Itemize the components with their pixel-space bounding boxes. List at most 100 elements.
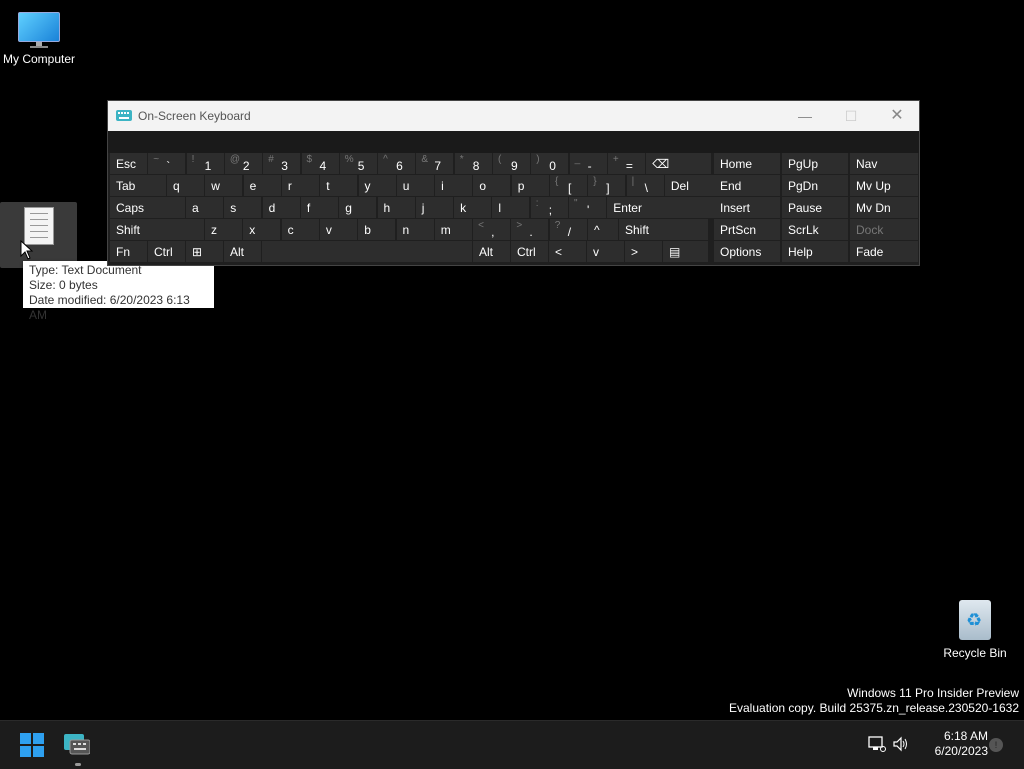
- key-punct-1[interactable]: " ': [569, 197, 606, 218]
- key-6[interactable]: ^ 6: [378, 153, 416, 174]
- key-=[interactable]: + =: [607, 153, 645, 174]
- key-punct4-2[interactable]: ? /: [549, 219, 587, 240]
- key-shift-left[interactable]: Shift: [110, 219, 204, 240]
- key-punct4-0[interactable]: <,: [473, 219, 511, 240]
- key-mv-up[interactable]: Mv Up: [850, 175, 918, 196]
- key-d[interactable]: d: [262, 197, 300, 218]
- key-backspace[interactable]: ⌫: [646, 153, 712, 174]
- key-up-arrow[interactable]: ^: [588, 219, 618, 240]
- my-computer-icon[interactable]: My Computer: [0, 8, 78, 66]
- key-t[interactable]: t: [320, 175, 358, 196]
- key-right-arrow[interactable]: >: [625, 241, 662, 262]
- key-p[interactable]: p: [511, 175, 549, 196]
- recycle-bin-icon[interactable]: ♻ Recycle Bin: [938, 596, 1012, 660]
- key-e[interactable]: e: [243, 175, 281, 196]
- key-0[interactable]: ) 0: [531, 153, 569, 174]
- key-a[interactable]: a: [186, 197, 223, 218]
- key-r[interactable]: r: [281, 175, 319, 196]
- key-b[interactable]: b: [358, 219, 396, 240]
- key-h[interactable]: h: [377, 197, 415, 218]
- key-pause[interactable]: Pause: [782, 197, 848, 218]
- key-left-arrow[interactable]: <: [549, 241, 586, 262]
- key-label: Fn: [116, 245, 131, 259]
- key-m[interactable]: m: [434, 219, 472, 240]
- key--[interactable]: _ -: [569, 153, 607, 174]
- key-windows[interactable]: ⊞: [186, 241, 223, 262]
- key-bracket-1[interactable]: }]: [588, 175, 626, 196]
- key-q[interactable]: q: [167, 175, 204, 196]
- key-g[interactable]: g: [339, 197, 377, 218]
- key-8[interactable]: * 8: [454, 153, 492, 174]
- key-pgdn[interactable]: PgDn: [782, 175, 848, 196]
- key-`[interactable]: ~ `: [148, 153, 186, 174]
- key-9[interactable]: (9: [493, 153, 530, 174]
- close-button[interactable]: ✕: [874, 101, 920, 131]
- key-l[interactable]: l: [492, 197, 530, 218]
- volume-icon[interactable]: [892, 735, 910, 753]
- clock[interactable]: 6:18 AM 6/20/2023: [918, 729, 988, 759]
- key-alt-right[interactable]: Alt: [473, 241, 510, 262]
- key-4[interactable]: $4: [301, 153, 339, 174]
- key-f[interactable]: f: [300, 197, 338, 218]
- key-scrlk[interactable]: ScrLk: [782, 219, 848, 240]
- key-tab[interactable]: Tab: [110, 175, 166, 196]
- key-end[interactable]: End: [714, 175, 780, 196]
- osk-titlebar[interactable]: On-Screen Keyboard — ☐ ✕: [108, 101, 919, 131]
- notification-icon[interactable]: !: [989, 738, 1003, 752]
- key-bracket-0[interactable]: {[: [550, 175, 587, 196]
- key-n[interactable]: n: [396, 219, 434, 240]
- taskbar-osk-button[interactable]: [58, 725, 98, 766]
- key-enter[interactable]: Enter: [607, 197, 715, 218]
- key-v[interactable]: v: [319, 219, 357, 240]
- key-1[interactable]: ! 1: [186, 153, 224, 174]
- network-icon[interactable]: [868, 735, 886, 753]
- key-y[interactable]: y: [358, 175, 396, 196]
- key-alt-left[interactable]: Alt: [224, 241, 261, 262]
- key-3[interactable]: #3: [263, 153, 301, 174]
- start-button[interactable]: [12, 725, 52, 765]
- key-dock[interactable]: Dock: [850, 219, 918, 240]
- key-shift-right[interactable]: Shift: [619, 219, 708, 240]
- key-menu[interactable]: ▤: [663, 241, 708, 262]
- key-insert[interactable]: Insert: [714, 197, 780, 218]
- key-down-arrow[interactable]: v: [587, 241, 624, 262]
- running-indicator: [75, 763, 81, 766]
- key-punct4-1[interactable]: >.: [511, 219, 549, 240]
- key-prtscn[interactable]: PrtScn: [714, 219, 780, 240]
- text-document-icon[interactable]: [0, 202, 77, 268]
- maximize-button[interactable]: ☐: [828, 101, 874, 131]
- key-pgup[interactable]: PgUp: [782, 153, 848, 174]
- key-j[interactable]: j: [415, 197, 453, 218]
- key-5[interactable]: % 5: [339, 153, 377, 174]
- key-bracket-2[interactable]: | \: [626, 175, 664, 196]
- key-s[interactable]: s: [224, 197, 262, 218]
- key-space[interactable]: [262, 241, 472, 262]
- key-k[interactable]: k: [454, 197, 492, 218]
- key-z[interactable]: z: [205, 219, 242, 240]
- key-ctrl-left[interactable]: Ctrl: [148, 241, 185, 262]
- key-mv-dn[interactable]: Mv Dn: [850, 197, 918, 218]
- key-fn[interactable]: Fn: [110, 241, 147, 262]
- key-w[interactable]: w: [205, 175, 243, 196]
- key-c[interactable]: c: [281, 219, 319, 240]
- key-7[interactable]: & 7: [416, 153, 454, 174]
- key-punct-0[interactable]: :;: [530, 197, 568, 218]
- minimize-button[interactable]: —: [782, 101, 828, 131]
- key-label: u: [402, 179, 410, 193]
- key-ctrl-right[interactable]: Ctrl: [511, 241, 548, 262]
- key-help[interactable]: Help: [782, 241, 848, 262]
- key-esc[interactable]: Esc: [110, 153, 147, 174]
- key-options[interactable]: Options: [714, 241, 780, 262]
- key-main-glyph: ,: [491, 225, 495, 239]
- key-i[interactable]: i: [435, 175, 473, 196]
- key-o[interactable]: o: [473, 175, 511, 196]
- key-caps[interactable]: Caps: [110, 197, 185, 218]
- key-home[interactable]: Home: [714, 153, 780, 174]
- key-x[interactable]: x: [243, 219, 281, 240]
- key-label: Tab: [116, 179, 136, 193]
- key-nav[interactable]: Nav: [850, 153, 918, 174]
- key-del[interactable]: Del: [664, 175, 715, 196]
- key-u[interactable]: u: [396, 175, 434, 196]
- key-2[interactable]: @2: [224, 153, 262, 174]
- key-fade[interactable]: Fade: [850, 241, 918, 262]
